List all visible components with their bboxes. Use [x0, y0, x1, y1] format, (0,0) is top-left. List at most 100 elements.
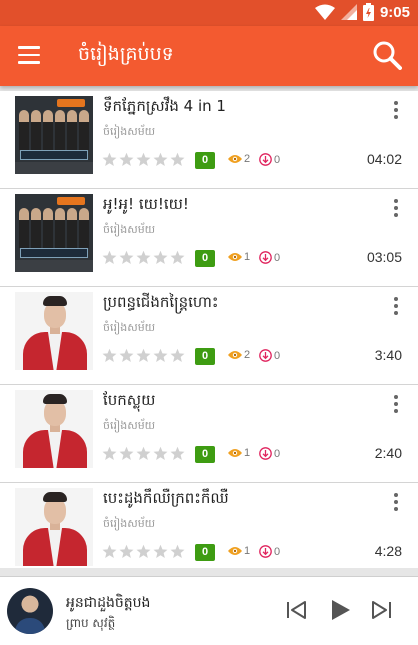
rating-star-icon[interactable]: [136, 152, 151, 167]
rating-count-badge: 0: [195, 446, 215, 463]
song-category: ចំរៀងសម័យ: [103, 419, 156, 432]
rating-star-icon[interactable]: [153, 348, 168, 363]
more-vertical-icon[interactable]: [392, 297, 400, 317]
downloads-count: 0: [259, 545, 280, 558]
song-category: ចំរៀងសម័យ: [103, 223, 156, 236]
eye-icon: [228, 253, 242, 261]
rating-star-icon[interactable]: [153, 152, 168, 167]
rating-star-icon[interactable]: [153, 446, 168, 461]
rating-star-icon[interactable]: [136, 446, 151, 461]
more-vertical-icon[interactable]: [392, 101, 400, 121]
skip-next-icon[interactable]: [370, 598, 394, 622]
rating-star-icon[interactable]: [153, 544, 168, 559]
song-list-item[interactable]: បេះដូងកឹឈឺក្រពះកឹឈឺ ចំរៀងសម័យ 0 1 0 4:28: [0, 483, 418, 568]
status-bar: 9:05: [0, 0, 418, 26]
singer-thumbnail: [15, 292, 93, 370]
rating-star-icon[interactable]: [119, 446, 134, 461]
eye-icon: [228, 449, 242, 457]
song-list-item[interactable]: បែកស្លុយចំរៀងសម័យ 0 1 0 2:40: [0, 385, 418, 483]
mini-player[interactable]: អូនជាដួងចិត្តបង ព្រាប សុវត្ថិ: [0, 576, 418, 645]
star-rating[interactable]: [102, 348, 185, 363]
downloads-value: 0: [274, 447, 281, 460]
eye-icon: [228, 155, 242, 163]
rating-count-badge: 0: [195, 348, 215, 365]
song-duration: 04:02: [366, 151, 402, 167]
hamburger-icon[interactable]: [18, 46, 40, 66]
song-title: ប្រពន្ធជើងកន្ត្រៃហោះ: [103, 293, 219, 311]
rating-star-icon[interactable]: [170, 544, 185, 559]
more-vertical-icon[interactable]: [392, 493, 400, 513]
rating-star-icon[interactable]: [102, 250, 117, 265]
search-icon[interactable]: [372, 40, 402, 70]
song-category: ចំរៀងសម័យ: [103, 517, 156, 530]
downloads-value: 0: [274, 153, 281, 166]
rating-star-icon[interactable]: [136, 348, 151, 363]
download-circle-icon: [259, 447, 272, 460]
downloads-count: 0: [259, 447, 280, 460]
rating-star-icon[interactable]: [119, 348, 134, 363]
views-value: 2: [244, 349, 251, 361]
download-circle-icon: [259, 251, 272, 264]
song-category: ចំរៀងសម័យ: [103, 321, 156, 334]
signal-icon: [340, 4, 357, 20]
eye-icon: [228, 351, 242, 359]
downloads-count: 0: [259, 153, 280, 166]
player-avatar: [7, 588, 53, 634]
album-cover-thumbnail: [15, 96, 93, 174]
play-icon[interactable]: [328, 598, 352, 622]
player-song-title: អូនជាដួងចិត្តបង: [66, 595, 151, 611]
download-circle-icon: [259, 545, 272, 558]
star-rating[interactable]: [102, 152, 185, 167]
star-rating[interactable]: [102, 446, 185, 461]
views-value: 1: [244, 447, 251, 459]
star-rating[interactable]: [102, 250, 185, 265]
rating-star-icon[interactable]: [102, 152, 117, 167]
rating-count-badge: 0: [195, 250, 215, 267]
song-title: បេះដូងកឹឈឺក្រពះកឹឈឺ: [103, 489, 229, 507]
song-duration: 4:28: [374, 543, 402, 559]
wifi-icon: [314, 4, 335, 20]
song-list-item[interactable]: ទឹកភ្នែកស្រវឹង 4 in 1 ចំរៀងសម័យ 0 2 0 04:02: [0, 91, 418, 189]
player-artist: ព្រាប សុវត្ថិ: [66, 616, 116, 630]
rating-star-icon[interactable]: [170, 250, 185, 265]
singer-thumbnail: [15, 488, 93, 566]
rating-star-icon[interactable]: [136, 250, 151, 265]
song-list-item[interactable]: ប្រពន្ធជើងកន្ត្រៃហោះ ចំរៀងសម័យ 0 2 0 3:40: [0, 287, 418, 385]
rating-star-icon[interactable]: [119, 544, 134, 559]
toolbar-title: ចំរៀងគ្រប់បទ: [78, 43, 174, 65]
views-count: 2: [228, 349, 250, 361]
rating-count-badge: 0: [195, 544, 215, 561]
rating-star-icon[interactable]: [102, 544, 117, 559]
download-circle-icon: [259, 349, 272, 362]
song-category: ចំរៀងសម័យ: [103, 125, 156, 138]
rating-star-icon[interactable]: [119, 250, 134, 265]
rating-star-icon[interactable]: [136, 544, 151, 559]
rating-star-icon[interactable]: [170, 152, 185, 167]
skip-previous-icon[interactable]: [284, 598, 308, 622]
views-count: 2: [228, 153, 250, 165]
status-time: 9:05: [379, 3, 410, 21]
downloads-value: 0: [274, 545, 281, 558]
song-title: អូ!អូ! យេ!យេ!: [103, 195, 189, 213]
downloads-value: 0: [274, 251, 281, 264]
app-toolbar: ចំរៀងគ្រប់បទ: [0, 26, 418, 86]
rating-star-icon[interactable]: [153, 250, 168, 265]
battery-icon: [362, 3, 374, 21]
status-icons: 9:05: [314, 3, 410, 21]
views-count: 1: [228, 251, 250, 263]
rating-star-icon[interactable]: [170, 446, 185, 461]
song-title: បែកស្លុយ: [103, 391, 156, 409]
rating-star-icon[interactable]: [102, 348, 117, 363]
rating-star-icon[interactable]: [119, 152, 134, 167]
rating-star-icon[interactable]: [102, 446, 117, 461]
rating-star-icon[interactable]: [170, 348, 185, 363]
album-cover-thumbnail: [15, 194, 93, 272]
downloads-count: 0: [259, 251, 280, 264]
more-vertical-icon[interactable]: [392, 199, 400, 219]
song-duration: 2:40: [374, 445, 402, 461]
song-list-item[interactable]: អូ!អូ! យេ!យេ! ចំរៀងសម័យ 0 1 0 03:05: [0, 189, 418, 287]
song-duration: 3:40: [374, 347, 402, 363]
rating-count-badge: 0: [195, 152, 215, 169]
more-vertical-icon[interactable]: [392, 395, 400, 415]
star-rating[interactable]: [102, 544, 185, 559]
